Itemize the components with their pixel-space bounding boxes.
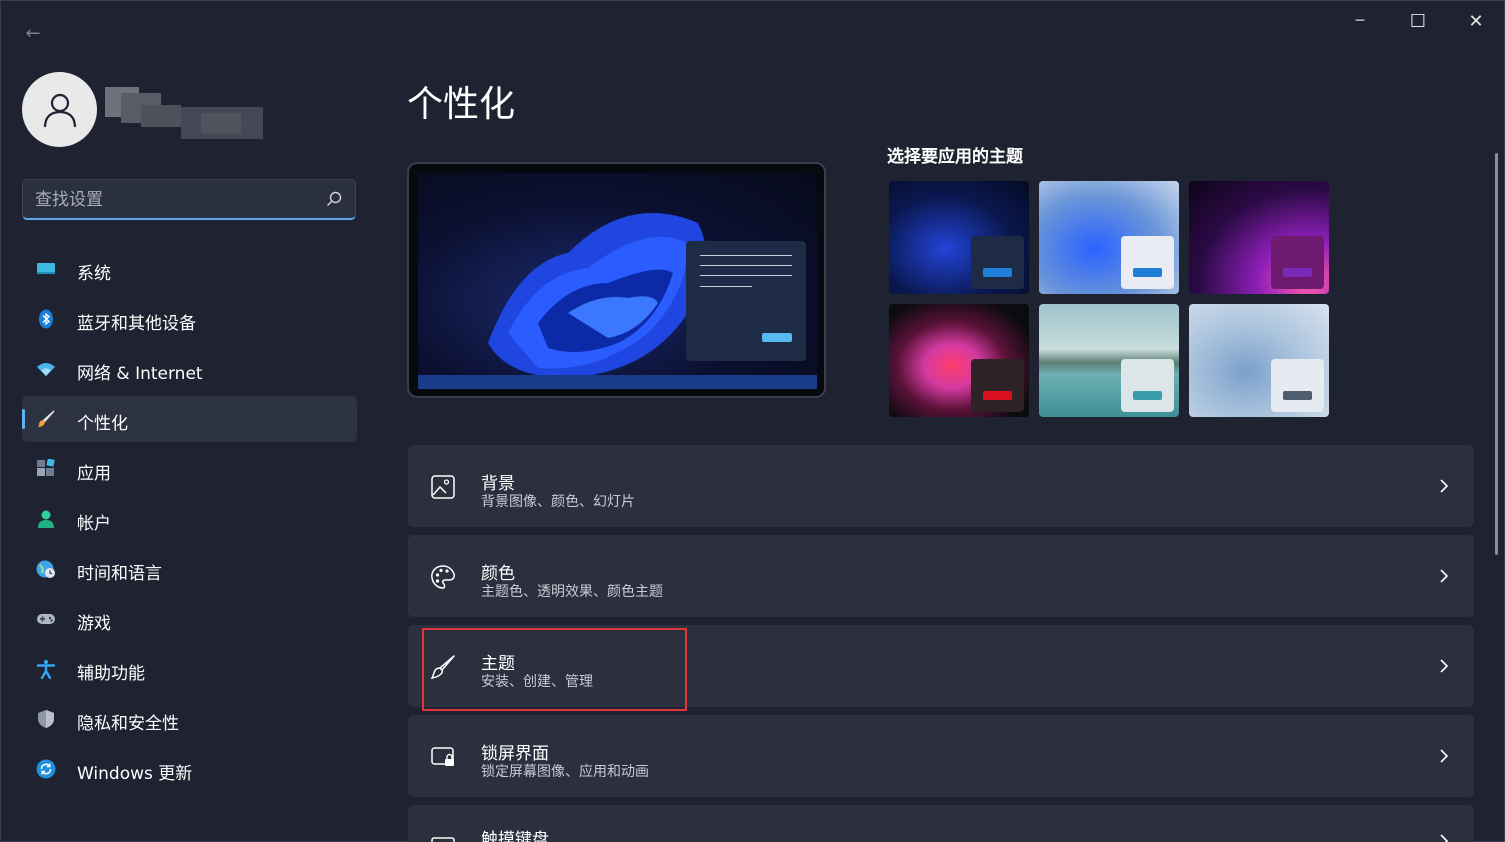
background-setting[interactable]: 背景 背景图像、颜色、幻灯片 xyxy=(408,445,1474,527)
sidebar-nav: 系统 蓝牙和其他设备 网络 & Internet 个性化 应用 帐户 时间和语言 xyxy=(22,246,357,796)
sidebar-item-label: 应用 xyxy=(77,464,111,484)
close-icon: ✕ xyxy=(1468,10,1484,32)
search-input[interactable] xyxy=(35,188,315,212)
accessibility-icon xyxy=(36,659,56,679)
theme-windows-light[interactable] xyxy=(1039,181,1179,294)
sidebar-item-network[interactable]: 网络 & Internet xyxy=(22,346,357,392)
sidebar-item-label: 隐私和安全性 xyxy=(77,714,179,734)
chevron-right-icon xyxy=(1440,834,1449,842)
search-icon[interactable] xyxy=(325,190,343,208)
sidebar-item-label: 个性化 xyxy=(77,414,128,434)
themes-label: 选择要应用的主题 xyxy=(887,147,1023,167)
chevron-right-icon xyxy=(1440,479,1449,493)
bluetooth-icon xyxy=(39,309,53,329)
palette-icon xyxy=(431,565,455,589)
account-icon xyxy=(38,510,54,528)
search-box[interactable] xyxy=(22,179,356,220)
preview-taskbar xyxy=(418,375,817,389)
minimize-icon: ─ xyxy=(1355,13,1365,29)
settings-window: ← ─ ☐ ✕ 系统 蓝牙和其他设备 xyxy=(0,0,1505,842)
theme-captured-motion[interactable] xyxy=(889,304,1029,417)
sidebar-item-label: 网络 & Internet xyxy=(77,364,203,384)
theme-grid xyxy=(889,181,1329,417)
image-icon xyxy=(431,475,455,499)
colors-setting[interactable]: 颜色 主题色、透明效果、颜色主题 xyxy=(408,535,1474,617)
sidebar-item-windows-update[interactable]: Windows 更新 xyxy=(22,746,357,792)
update-icon xyxy=(36,759,56,779)
theme-flow[interactable] xyxy=(1039,304,1179,417)
preview-window xyxy=(686,241,806,361)
minimize-button[interactable]: ─ xyxy=(1331,5,1389,37)
scrollbar[interactable] xyxy=(1495,153,1498,555)
close-button[interactable]: ✕ xyxy=(1447,5,1505,37)
keyboard-icon xyxy=(431,837,455,842)
preview-button xyxy=(762,333,792,342)
back-arrow-icon: ← xyxy=(25,22,41,44)
sidebar-item-label: 辅助功能 xyxy=(77,664,145,684)
maximize-icon: ☐ xyxy=(1409,10,1427,32)
sidebar-item-bluetooth[interactable]: 蓝牙和其他设备 xyxy=(22,296,357,342)
maximize-button[interactable]: ☐ xyxy=(1389,5,1447,37)
card-subtitle: 背景图像、颜色、幻灯片 xyxy=(481,494,635,510)
theme-windows-dark[interactable] xyxy=(889,181,1029,294)
sidebar-item-label: 时间和语言 xyxy=(77,564,162,584)
sidebar-item-label: 游戏 xyxy=(77,614,111,634)
shield-icon xyxy=(38,710,54,728)
card-subtitle: 主题色、透明效果、颜色主题 xyxy=(481,584,663,600)
sidebar-item-label: 蓝牙和其他设备 xyxy=(77,314,196,334)
user-icon xyxy=(43,93,76,127)
theme-preview xyxy=(407,162,826,398)
chevron-right-icon xyxy=(1440,569,1449,583)
sidebar-item-system[interactable]: 系统 xyxy=(22,246,357,292)
chevron-right-icon xyxy=(1440,659,1449,673)
sidebar-item-personalization[interactable]: 个性化 xyxy=(22,396,357,442)
sidebar-item-privacy[interactable]: 隐私和安全性 xyxy=(22,696,357,742)
theme-sunrise[interactable] xyxy=(1189,304,1329,417)
username-redacted xyxy=(101,83,263,141)
highlight-annotation xyxy=(422,628,687,711)
sidebar-item-apps[interactable]: 应用 xyxy=(22,446,357,492)
card-title: 触摸键盘 xyxy=(481,830,549,842)
globe-clock-icon xyxy=(36,560,55,578)
sidebar-item-label: 系统 xyxy=(77,264,111,284)
gamepad-icon xyxy=(37,614,55,624)
sidebar-item-time-language[interactable]: 时间和语言 xyxy=(22,546,357,592)
sidebar-item-label: Windows 更新 xyxy=(77,764,193,784)
chevron-right-icon xyxy=(1440,749,1449,763)
sidebar-item-accounts[interactable]: 帐户 xyxy=(22,496,357,542)
sidebar-item-gaming[interactable]: 游戏 xyxy=(22,596,357,642)
lock-screen-icon xyxy=(431,747,454,766)
sidebar-item-accessibility[interactable]: 辅助功能 xyxy=(22,646,357,692)
preview-desktop xyxy=(418,173,817,389)
page-title: 个性化 xyxy=(407,84,516,125)
apps-icon xyxy=(37,459,55,476)
sidebar-item-label: 帐户 xyxy=(77,514,111,534)
theme-glow[interactable] xyxy=(1189,181,1329,294)
wifi-icon xyxy=(37,363,55,376)
card-subtitle: 锁定屏幕图像、应用和动画 xyxy=(481,764,649,780)
back-button[interactable]: ← xyxy=(15,17,51,49)
lock-screen-setting[interactable]: 锁屏界面 锁定屏幕图像、应用和动画 xyxy=(408,715,1474,797)
avatar[interactable] xyxy=(22,72,97,147)
touch-keyboard-setting[interactable]: 触摸键盘 xyxy=(408,805,1474,842)
system-icon xyxy=(37,263,55,274)
brush-icon xyxy=(38,410,55,427)
